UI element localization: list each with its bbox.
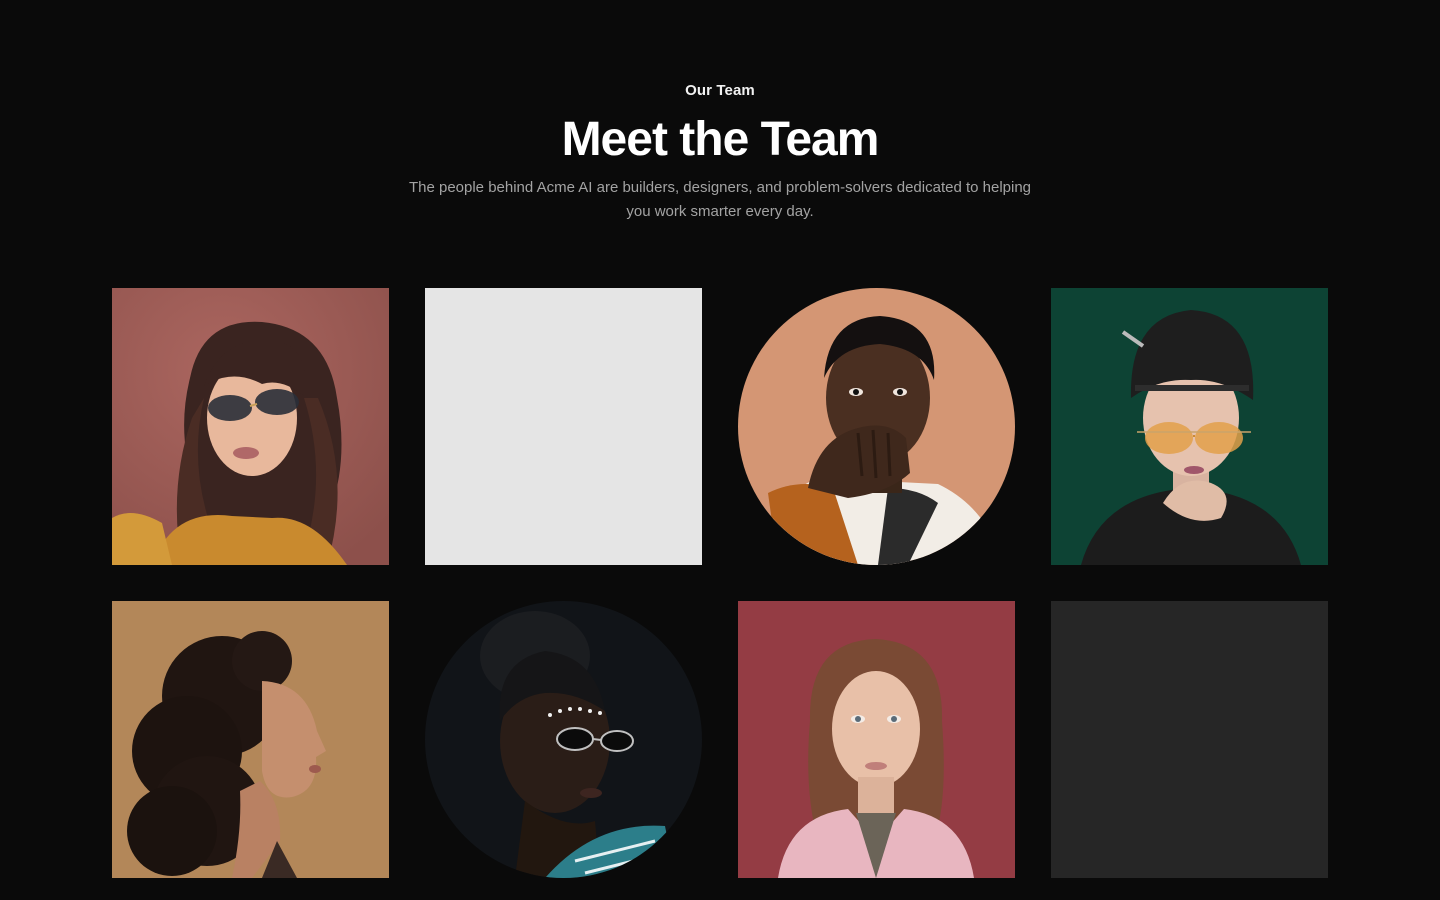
portrait-woman-beanie	[1051, 288, 1328, 565]
section-subtitle: The people behind Acme AI are builders, …	[408, 179, 1032, 220]
portrait-woman-round-sunglasses	[425, 601, 702, 878]
team-member-photo-1	[112, 288, 389, 565]
team-member-placeholder-2	[1051, 601, 1328, 878]
team-member-placeholder-1	[425, 288, 702, 565]
portrait-woman-curly-hair	[112, 601, 389, 878]
team-member-photo-4	[112, 601, 389, 878]
portrait-woman-pink-blazer	[738, 601, 1015, 878]
portrait-woman-sunglasses	[112, 288, 389, 565]
portrait-man-hand-on-face	[738, 288, 1015, 565]
team-member-photo-3	[1051, 288, 1328, 565]
team-member-photo-6	[738, 601, 1015, 878]
team-member-photo-2	[738, 288, 1015, 565]
team-grid	[112, 288, 1328, 878]
section-eyebrow: Our Team	[685, 82, 755, 99]
team-section: Our Team Meet the Team The people behind…	[0, 0, 1440, 900]
section-title: Meet the Team	[561, 113, 880, 166]
team-member-photo-5	[425, 601, 702, 878]
